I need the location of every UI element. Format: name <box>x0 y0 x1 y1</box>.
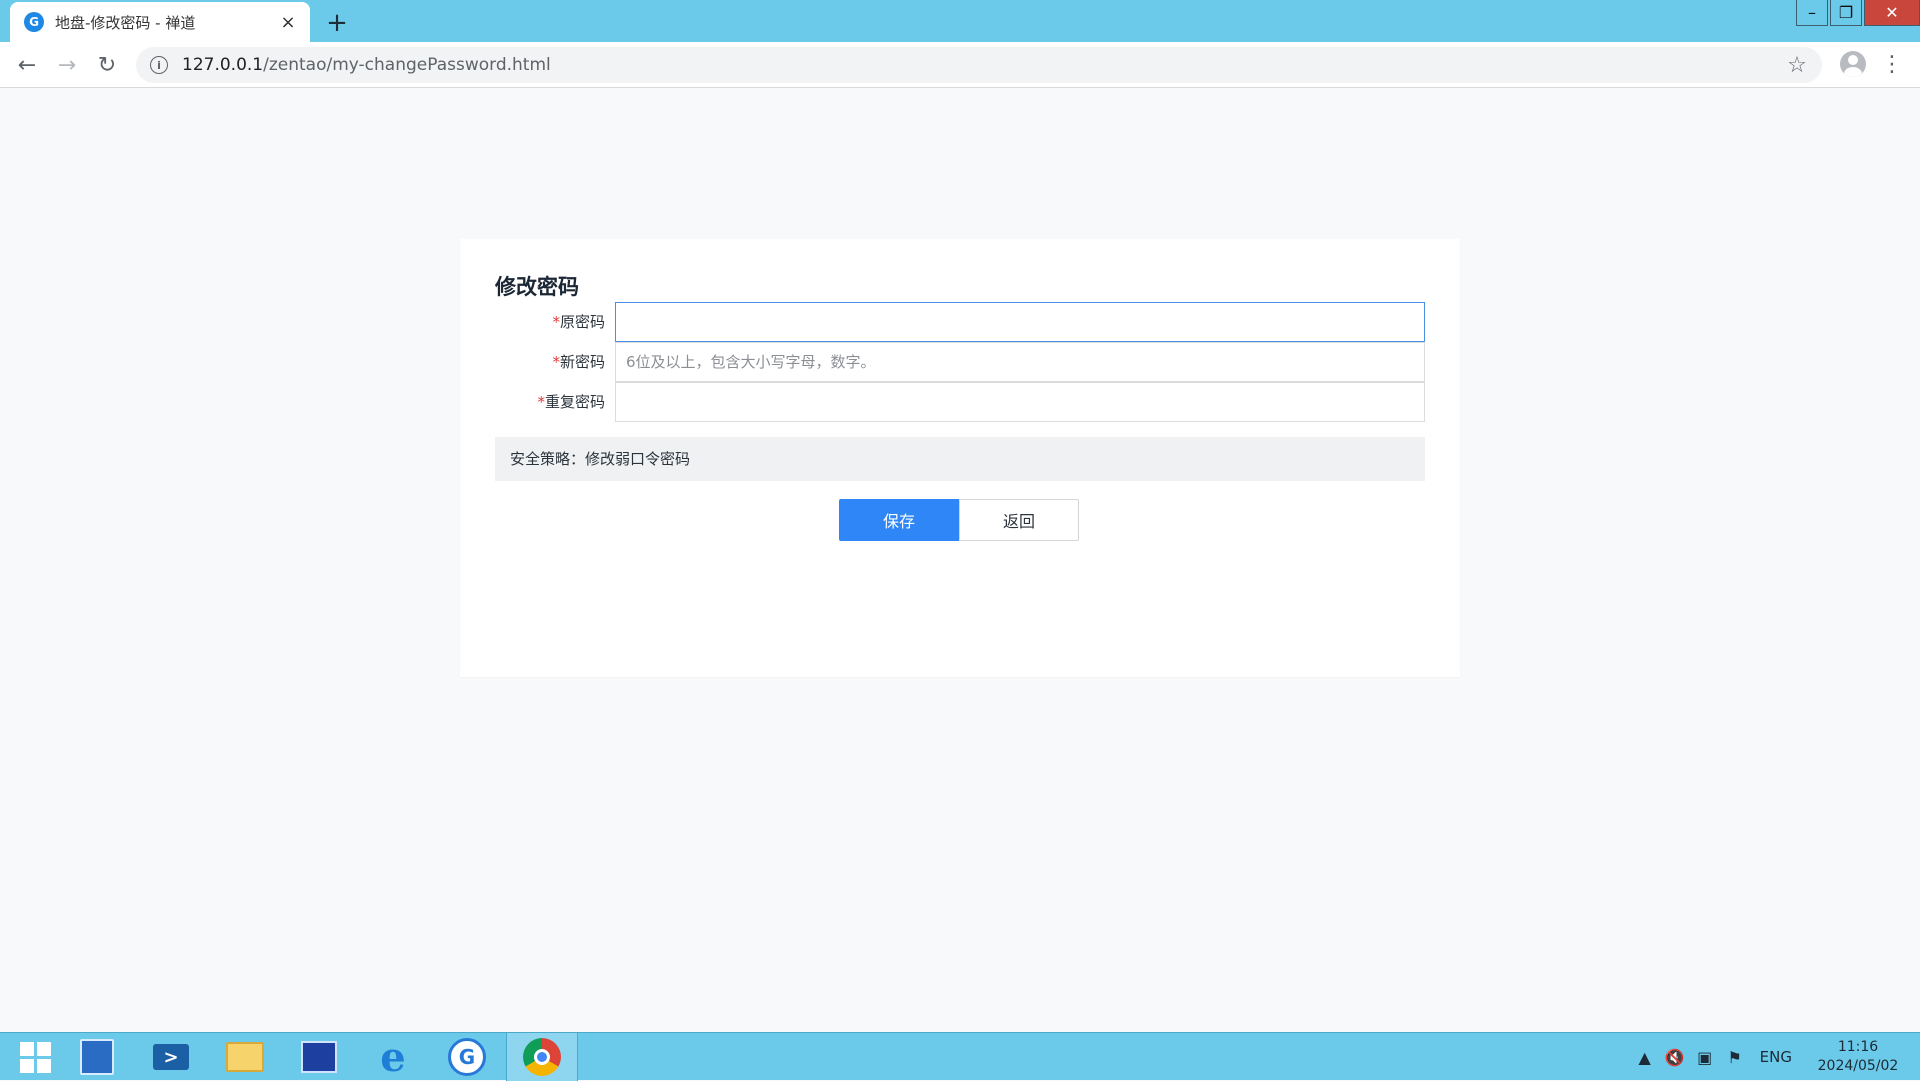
menu-dots-icon[interactable]: ⋮ <box>1881 51 1903 79</box>
save-button[interactable]: 保存 <box>839 499 959 541</box>
back-arrow-icon[interactable]: ← <box>12 50 42 80</box>
internet-explorer-task[interactable]: e <box>358 1033 428 1081</box>
security-policy-notice: 安全策略：修改弱口令密码 <box>495 437 1425 481</box>
chrome-icon <box>523 1038 561 1076</box>
old-password-label: *原密码 <box>495 302 609 342</box>
zentao-favicon-icon: G <box>24 12 44 32</box>
reload-icon[interactable]: ↻ <box>92 50 122 80</box>
browser-titlebar: G 地盘-修改密码 - 禅道 × + – ❐ ✕ <box>0 0 1920 42</box>
new-tab-button[interactable]: + <box>322 8 352 38</box>
minimize-button[interactable]: – <box>1796 0 1828 26</box>
close-window-button[interactable]: ✕ <box>1864 0 1920 26</box>
volume-muted-icon[interactable]: 🔇 <box>1660 1033 1690 1081</box>
remote-desktop-icon <box>301 1041 337 1073</box>
start-button[interactable] <box>0 1033 70 1081</box>
input-language[interactable]: ENG <box>1760 1048 1792 1066</box>
url-text[interactable]: 127.0.0.1/zentao/my-changePassword.html <box>182 55 551 75</box>
repeat-password-label-text: 重复密码 <box>544 393 605 411</box>
folder-icon <box>226 1042 264 1072</box>
server-manager-task[interactable] <box>62 1033 132 1081</box>
bookmark-star-icon[interactable]: ☆ <box>1784 52 1810 78</box>
repeat-password-label: *重复密码 <box>495 382 609 422</box>
network-icon[interactable]: ▣ <box>1690 1033 1720 1081</box>
required-mark: * <box>552 313 560 331</box>
page-title: 修改密码 <box>495 275 579 299</box>
new-password-input[interactable] <box>615 342 1425 382</box>
change-password-card: 修改密码 *原密码 *新密码 *重复密码 安全策略：修改弱口令密码 保存 返回 <box>460 239 1460 677</box>
new-password-label: *新密码 <box>495 342 609 382</box>
show-hidden-icons-icon[interactable]: ▲ <box>1630 1033 1660 1081</box>
tab-close-icon[interactable]: × <box>276 10 300 34</box>
address-bar[interactable]: i 127.0.0.1/zentao/my-changePassword.htm… <box>136 47 1822 83</box>
repeat-password-input[interactable] <box>615 382 1425 422</box>
system-tray: ▲ 🔇 ▣ ⚑ ENG 11:16 2024/05/02 <box>1630 1033 1920 1081</box>
new-password-label-text: 新密码 <box>559 353 605 371</box>
old-password-label-text: 原密码 <box>559 313 605 331</box>
restore-button[interactable]: ❐ <box>1830 0 1862 26</box>
clock-date: 2024/05/02 <box>1817 1058 1899 1074</box>
back-button[interactable]: 返回 <box>959 499 1079 541</box>
server-manager-icon <box>80 1039 114 1075</box>
window-controls: – ❐ ✕ <box>1794 0 1920 26</box>
chrome-task[interactable] <box>506 1033 578 1081</box>
required-mark: * <box>537 393 545 411</box>
remote-desktop-task[interactable] <box>284 1033 354 1081</box>
powershell-icon: > <box>153 1044 189 1070</box>
file-explorer-task[interactable] <box>210 1033 280 1081</box>
zentao-task[interactable]: G <box>432 1033 502 1081</box>
url-host: 127.0.0.1 <box>182 55 264 75</box>
system-clock[interactable]: 11:16 2024/05/02 <box>1808 1038 1908 1076</box>
browser-toolbar: ← → ↻ i 127.0.0.1/zentao/my-changePasswo… <box>0 42 1920 88</box>
old-password-input[interactable] <box>615 302 1425 342</box>
forward-arrow-icon[interactable]: → <box>52 50 82 80</box>
tab-title: 地盘-修改密码 - 禅道 <box>55 13 196 32</box>
profile-avatar-icon[interactable] <box>1840 51 1866 77</box>
internet-explorer-icon: e <box>380 1033 406 1081</box>
zentao-icon: G <box>448 1038 486 1076</box>
info-icon[interactable]: i <box>150 56 168 74</box>
browser-tab[interactable]: G 地盘-修改密码 - 禅道 × <box>10 2 310 42</box>
powershell-task[interactable]: > <box>136 1033 206 1081</box>
url-path: /zentao/my-changePassword.html <box>263 55 551 75</box>
page-content: 修改密码 *原密码 *新密码 *重复密码 安全策略：修改弱口令密码 保存 返回 <box>0 88 1920 1032</box>
windows-logo-icon <box>19 1041 51 1073</box>
action-center-flag-icon[interactable]: ⚑ <box>1720 1033 1750 1081</box>
required-mark: * <box>552 353 560 371</box>
clock-time: 11:16 <box>1837 1039 1879 1055</box>
windows-taskbar: > e G ▲ 🔇 ▣ ⚑ ENG 11:16 2024/05/02 <box>0 1032 1920 1081</box>
